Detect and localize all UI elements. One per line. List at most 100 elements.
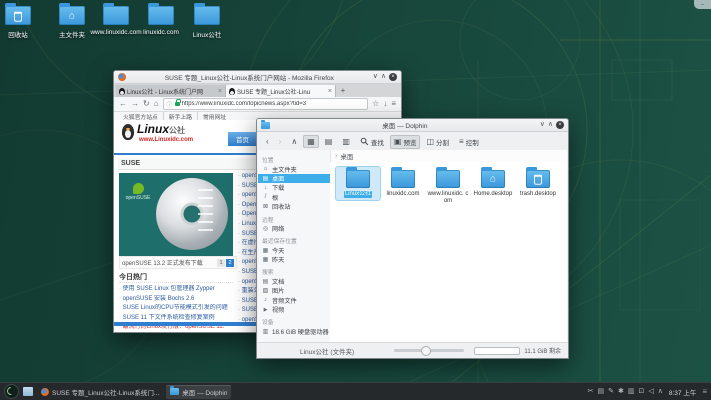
- minimize-icon[interactable]: ∨: [373, 73, 378, 81]
- place-item[interactable]: 图片: [258, 286, 330, 295]
- back-icon[interactable]: ←: [119, 99, 127, 109]
- dolphin-window: 桌面 — Dolphin ∨ ∧ ‹ › ∧ ▦ ▤ ▥ 查找 ▣ 预览 ◫ 分…: [256, 118, 569, 359]
- firefox-titlebar[interactable]: SUSE 专题_Linux公社-Linux系统门户网站 - Mozilla Fi…: [114, 71, 401, 84]
- place-item[interactable]: 文档: [258, 277, 330, 286]
- article-link[interactable]: 使用 SUSE Linux 包管理器 Zypper: [119, 285, 233, 295]
- downloads-icon[interactable]: ↓: [383, 99, 387, 109]
- desktop-toolbox[interactable]: [694, 0, 711, 9]
- split-button[interactable]: ◫ 分割: [422, 135, 453, 149]
- menu-line: [198, 213, 213, 215]
- place-item[interactable]: 下载: [258, 183, 330, 192]
- forward-button[interactable]: ›: [275, 135, 286, 148]
- site-logo[interactable]: Linux公社: [137, 122, 185, 136]
- bookmark-star-icon[interactable]: ☆: [372, 99, 379, 109]
- back-button[interactable]: ‹: [262, 135, 273, 148]
- clock[interactable]: 8:37 上午: [669, 387, 696, 397]
- dolphin-titlebar[interactable]: 桌面 — Dolphin ∨ ∧: [257, 119, 568, 132]
- task-button[interactable]: 桌面 — Dolphin: [166, 385, 231, 399]
- klipper-icon[interactable]: [588, 387, 594, 397]
- expand-tray-icon[interactable]: [658, 387, 663, 397]
- place-item[interactable]: 主文件夹: [258, 164, 330, 173]
- up-button[interactable]: ∧: [287, 135, 301, 148]
- icons-view-button[interactable]: ▦: [303, 135, 319, 148]
- home-icon[interactable]: ⌂: [154, 99, 159, 109]
- device-notifier-icon[interactable]: [628, 387, 635, 397]
- image-caption[interactable]: openSUSE 13.2 正式发布下载: [122, 258, 216, 267]
- file-item[interactable]: Home.desktop: [471, 167, 515, 200]
- file-item[interactable]: trash.desktop: [516, 167, 560, 200]
- clipboard-icon[interactable]: [597, 387, 604, 397]
- tab-close-icon[interactable]: [328, 88, 332, 95]
- compact-view-button[interactable]: ▤: [321, 135, 337, 148]
- application-launcher-icon[interactable]: [4, 384, 19, 399]
- browser-tab[interactable]: SUSE 专题_Linux公社-Linu: [226, 85, 336, 97]
- pager-2[interactable]: 2: [226, 259, 234, 267]
- task-icon: [170, 388, 179, 395]
- desktop-icon[interactable]: linuxidc.com: [135, 6, 187, 36]
- control-button[interactable]: ≡ 控制: [455, 135, 483, 149]
- place-item[interactable]: 视频: [258, 305, 330, 314]
- notes-icon[interactable]: [608, 387, 614, 397]
- place-item[interactable]: 音频文件: [258, 295, 330, 304]
- place-icon: [262, 297, 269, 303]
- menu-icon[interactable]: ≡: [391, 99, 396, 109]
- place-icon: [262, 166, 269, 172]
- panel-toolbox-icon[interactable]: ≡: [702, 387, 707, 396]
- minimize-icon[interactable]: ∨: [540, 121, 545, 129]
- selection-info: Linux公社 (文件夹): [300, 346, 354, 356]
- file-item[interactable]: linuxidc.com: [381, 167, 425, 200]
- menu-line: [198, 229, 213, 231]
- desktop-icon[interactable]: Linux公社: [181, 6, 233, 39]
- url-bar[interactable]: ⓘ https://www.linuxidc.com/topicnews.asp…: [163, 98, 369, 110]
- tab-close-icon[interactable]: [218, 88, 222, 95]
- maximize-icon[interactable]: ∧: [381, 73, 386, 81]
- search-icon: [360, 137, 369, 146]
- place-item[interactable]: 根: [258, 193, 330, 202]
- opensuse-article-image[interactable]: openSUSE: [119, 173, 233, 256]
- folder-icon: [59, 6, 85, 25]
- site-info-icon[interactable]: ⓘ: [167, 100, 173, 109]
- place-icon: [262, 194, 269, 200]
- reload-icon[interactable]: ↻: [143, 99, 150, 109]
- find-button[interactable]: 查找: [356, 135, 388, 149]
- desktop-icon[interactable]: 回收站: [0, 6, 44, 39]
- menu-line: [198, 189, 213, 191]
- file-item[interactable]: Linux公社: [336, 167, 380, 200]
- article-link[interactable]: openSUSE 安装 Bochs 2.6: [119, 295, 233, 305]
- folder-view[interactable]: Linux公社 linuxidc.com www.linuxidc. com H…: [330, 162, 567, 343]
- place-label: 网络: [272, 224, 284, 233]
- close-icon[interactable]: [389, 73, 397, 81]
- place-item[interactable]: 网络: [258, 224, 330, 233]
- task-button[interactable]: SUSE 专题_Linux公社-Linux系统门...: [37, 385, 163, 399]
- zoom-slider-knob[interactable]: [421, 346, 431, 356]
- place-item[interactable]: 昨天: [258, 255, 330, 264]
- article-link-label: SUSE Linux的CPU节能模式引发的问题: [123, 305, 228, 311]
- place-label: 图片: [272, 286, 284, 295]
- forward-icon[interactable]: →: [131, 99, 139, 109]
- site-nav-item[interactable]: 首页: [236, 134, 249, 144]
- place-item[interactable]: 今天: [258, 246, 330, 255]
- bluetooth-icon[interactable]: [618, 387, 624, 397]
- show-desktop-icon[interactable]: [23, 387, 33, 396]
- folder-icon: [148, 6, 174, 25]
- new-tab-button[interactable]: +: [336, 86, 350, 95]
- task-label: 桌面 — Dolphin: [182, 387, 227, 397]
- display-icon[interactable]: [638, 387, 644, 397]
- lock-icon: [175, 102, 180, 106]
- pager-1[interactable]: 1: [217, 259, 225, 267]
- zoom-slider[interactable]: [394, 349, 464, 352]
- browser-tab[interactable]: Linux公社 - Linux系统门户网: [116, 85, 226, 97]
- place-item[interactable]: 18.6 GiB 硬盘驱动器: [258, 327, 330, 336]
- file-item[interactable]: www.linuxidc. com: [426, 167, 470, 207]
- volume-icon[interactable]: [648, 387, 653, 397]
- preview-button[interactable]: ▣ 预览: [390, 135, 421, 149]
- free-space-label: 11.1 GiB 剩余: [524, 346, 561, 355]
- place-label: 文档: [272, 277, 284, 286]
- maximize-icon[interactable]: ∧: [548, 121, 553, 129]
- place-item[interactable]: 桌面: [258, 174, 330, 183]
- place-item[interactable]: 回收站: [258, 202, 330, 211]
- article-link[interactable]: SUSE Linux的CPU节能模式引发的问题: [119, 304, 233, 314]
- details-view-button[interactable]: ▥: [338, 135, 354, 148]
- task-manager: SUSE 专题_Linux公社-Linux系统门... 桌面 — Dolphin: [37, 385, 231, 399]
- close-icon[interactable]: [556, 121, 564, 129]
